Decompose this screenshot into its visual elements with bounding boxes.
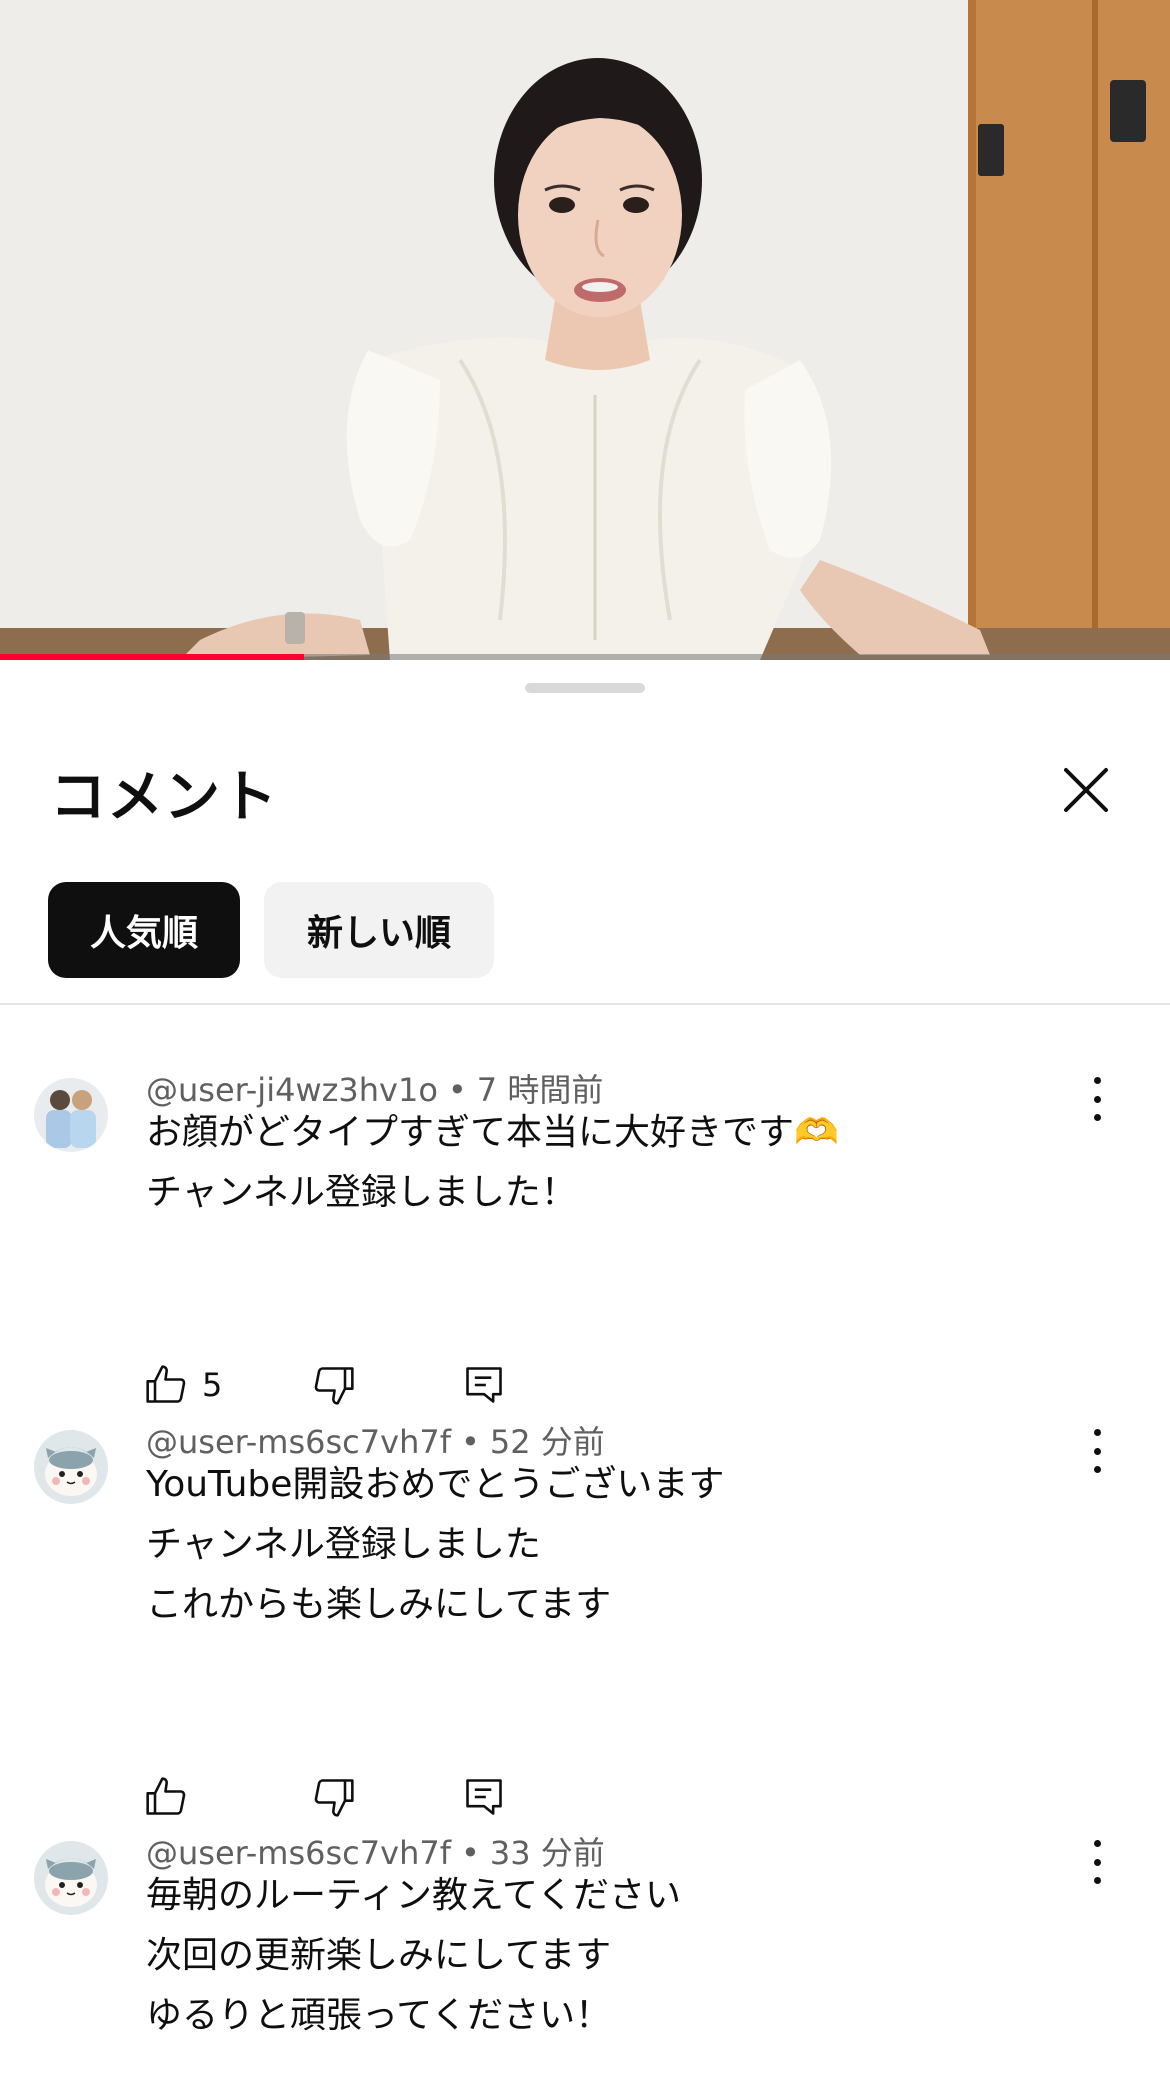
comment-line: お顔がどタイプすぎて本当に大好きです🫶	[146, 1112, 839, 1153]
comment-line: YouTube開設おめでとうございます	[146, 1464, 725, 1505]
thumbs-up-icon	[146, 1365, 186, 1403]
comment-text: お顔がどタイプすぎて本当に大好きです🫶 チャンネル登録しました！	[146, 1103, 839, 1223]
video-player[interactable]	[0, 0, 1170, 660]
comment-text: 毎朝のルーティン教えてください 次回の更新楽しみにしてます ゆるりと頑張ってくだ…	[146, 1866, 681, 2046]
sort-chip-newest[interactable]: 新しい順	[264, 882, 494, 978]
reply-button[interactable]	[462, 1773, 506, 1821]
comment-more-button[interactable]	[1082, 1077, 1112, 1121]
comment-line: チャンネル登録しました！	[146, 1172, 577, 1213]
comment-more-button[interactable]	[1082, 1429, 1112, 1473]
close-icon	[1064, 768, 1108, 812]
drag-handle[interactable]	[525, 683, 645, 693]
reply-icon	[466, 1779, 502, 1815]
comment-line: これからも楽しみにしてます	[146, 1584, 612, 1625]
comment-line: 毎朝のルーティン教えてください	[146, 1875, 681, 1916]
thumbs-down-icon	[314, 1779, 354, 1817]
reply-icon	[466, 1367, 502, 1403]
photo-avatar-icon	[34, 1078, 108, 1152]
like-button[interactable]	[144, 1773, 202, 1821]
avatar[interactable]	[34, 1078, 108, 1152]
comment-line: チャンネル登録しました	[146, 1524, 541, 1565]
divider	[0, 1003, 1170, 1005]
close-button[interactable]	[1056, 760, 1116, 820]
like-count: 5	[202, 1366, 223, 1404]
reply-button[interactable]	[462, 1361, 506, 1409]
avatar[interactable]	[34, 1430, 108, 1504]
comment-line: 次回の更新楽しみにしてます	[146, 1935, 612, 1976]
sheet-title: コメント	[50, 765, 278, 830]
thumbs-up-icon	[146, 1777, 186, 1815]
like-button[interactable]: 5	[144, 1361, 222, 1409]
video-frame	[0, 0, 1170, 660]
comment-line: ゆるりと頑張ってください！	[146, 1995, 612, 2036]
cartoon-cat-avatar-icon	[34, 1430, 108, 1504]
cartoon-cat-avatar-icon	[34, 1841, 108, 1915]
avatar[interactable]	[34, 1841, 108, 1915]
comment-more-button[interactable]	[1082, 1840, 1112, 1884]
dislike-button[interactable]	[312, 1361, 356, 1409]
comments-sheet: コメント 人気順 新しい順 @user-ji4wz3hv1o • 7 時間前 お顔が…	[0, 660, 1170, 2086]
thumbs-down-icon	[314, 1367, 354, 1405]
comment-text: YouTube開設おめでとうございます チャンネル登録しました これからも楽しみ…	[146, 1455, 724, 1635]
dislike-button[interactable]	[312, 1773, 356, 1821]
sort-chip-popular[interactable]: 人気順	[48, 882, 240, 978]
